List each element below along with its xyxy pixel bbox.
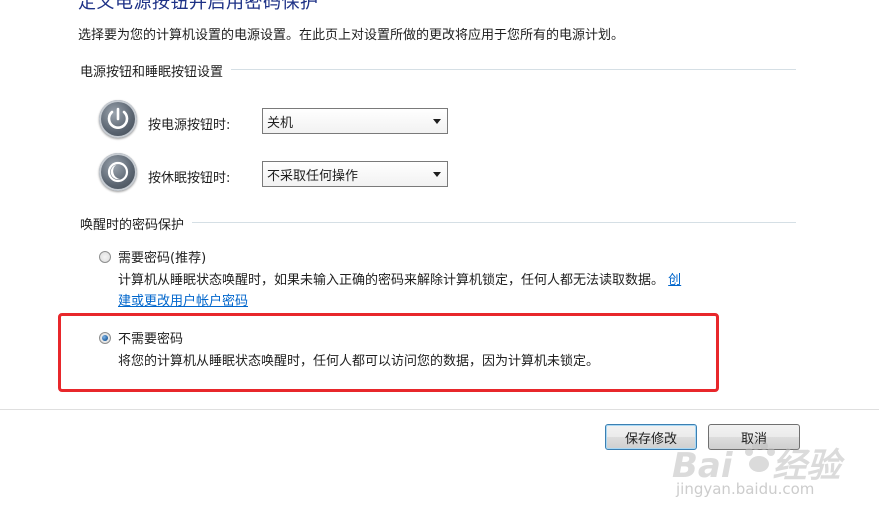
sleep-button-action-select[interactable]: 不采取任何操作: [262, 161, 448, 187]
power-button-icon: [99, 100, 137, 138]
page-title: 定义电源按钮并启用密码保护: [78, 0, 319, 13]
power-button-action-value: 关机: [267, 115, 294, 131]
require-password-radio[interactable]: [99, 251, 111, 263]
require-password-description: 计算机从睡眠状态唤醒时，如果未输入正确的密码来解除计算机锁定，任何人都无法读取数…: [118, 269, 681, 288]
page-description: 选择要为您的计算机设置的电源设置。在此页上对设置所做的更改将应用于您所有的电源计…: [78, 28, 625, 43]
power-button-label: 按电源按钮时:: [148, 118, 231, 133]
paw-icon: [741, 440, 777, 476]
chevron-down-icon: [433, 119, 441, 124]
sleep-button-action-value: 不采取任何操作: [267, 168, 359, 184]
power-section-title: 电源按钮和睡眠按钮设置: [80, 61, 232, 80]
watermark-url: jingyan.baidu.com: [676, 480, 815, 498]
sleep-button-icon: [99, 153, 137, 191]
chevron-down-icon: [433, 172, 441, 177]
require-password-desc-text: 计算机从睡眠状态唤醒时，如果未输入正确的密码来解除计算机锁定，任何人都无法读取数…: [118, 273, 665, 288]
require-password-label[interactable]: 需要密码(推荐): [118, 247, 206, 266]
footer-divider: [0, 409, 879, 410]
password-section-title: 唤醒时的密码保护: [80, 214, 193, 233]
create-password-link-start[interactable]: 创: [668, 273, 681, 288]
highlight-box: [58, 313, 719, 392]
sleep-button-label: 按休眠按钮时:: [148, 171, 231, 186]
power-button-action-select[interactable]: 关机: [262, 108, 448, 134]
create-password-link[interactable]: 建或更改用户帐户密码: [118, 290, 248, 309]
